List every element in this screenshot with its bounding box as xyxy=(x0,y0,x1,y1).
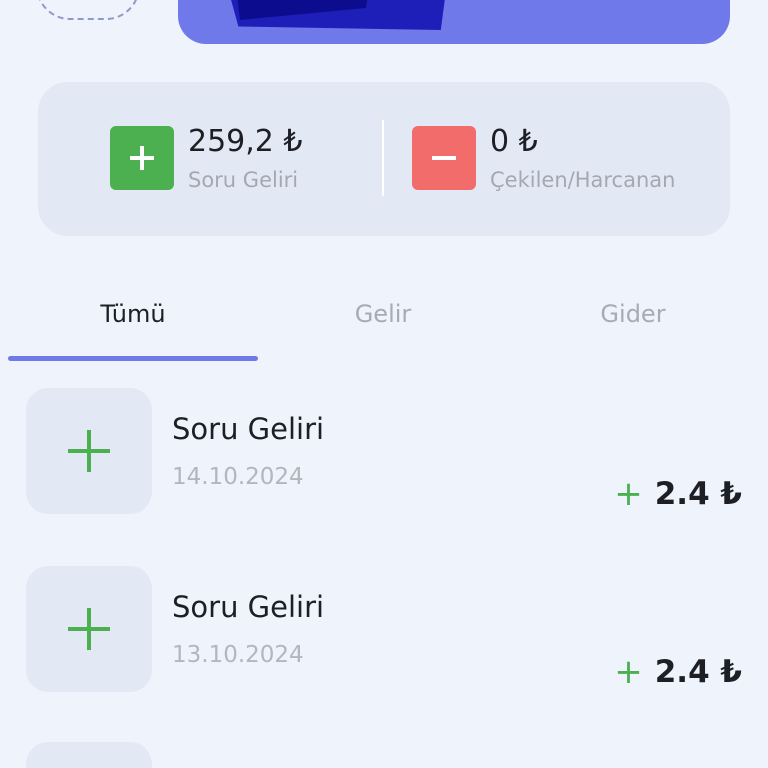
transaction-list: Soru Geliri 14.10.2024 + 2.4 ₺ Soru Geli… xyxy=(0,386,768,742)
plus-icon xyxy=(26,566,152,692)
filter-tabs: Tümü Gelir Gider xyxy=(8,280,760,362)
list-item[interactable]: Soru Geliri 14.10.2024 + 2.4 ₺ xyxy=(0,386,768,564)
list-item-partial[interactable] xyxy=(26,742,152,768)
minus-icon xyxy=(412,126,476,190)
plus-icon xyxy=(26,388,152,514)
expense-label: Çekilen/Harcanan xyxy=(490,168,676,192)
expense-amount: 0 ₺ xyxy=(490,124,538,159)
wallet-screen: 259,2 ₺ Soru Geliri 0 ₺ Çekilen/Harcanan… xyxy=(0,0,768,768)
plus-icon xyxy=(110,126,174,190)
active-tab-indicator xyxy=(8,356,258,361)
transaction-title: Soru Geliri xyxy=(172,590,325,624)
amount-value: 2.4 ₺ xyxy=(654,654,742,690)
transaction-amount: + 2.4 ₺ xyxy=(614,474,742,514)
list-item[interactable]: Soru Geliri 13.10.2024 + 2.4 ₺ xyxy=(0,564,768,742)
hero-banner[interactable] xyxy=(178,0,730,44)
balance-summary-card: 259,2 ₺ Soru Geliri 0 ₺ Çekilen/Harcanan xyxy=(38,82,730,236)
amount-sign: + xyxy=(614,652,643,692)
amount-sign: + xyxy=(614,474,643,514)
transaction-amount: + 2.4 ₺ xyxy=(614,652,742,692)
transaction-date: 13.10.2024 xyxy=(172,642,304,668)
income-label: Soru Geliri xyxy=(188,168,299,192)
transaction-date: 14.10.2024 xyxy=(172,464,304,490)
tab-income[interactable]: Gelir xyxy=(258,300,508,328)
income-amount: 259,2 ₺ xyxy=(188,124,303,159)
tab-all[interactable]: Tümü xyxy=(8,300,258,328)
avatar-placeholder[interactable] xyxy=(36,0,140,20)
summary-divider xyxy=(382,120,384,196)
transaction-title: Soru Geliri xyxy=(172,412,325,446)
amount-value: 2.4 ₺ xyxy=(654,476,742,512)
tab-expense[interactable]: Gider xyxy=(508,300,758,328)
